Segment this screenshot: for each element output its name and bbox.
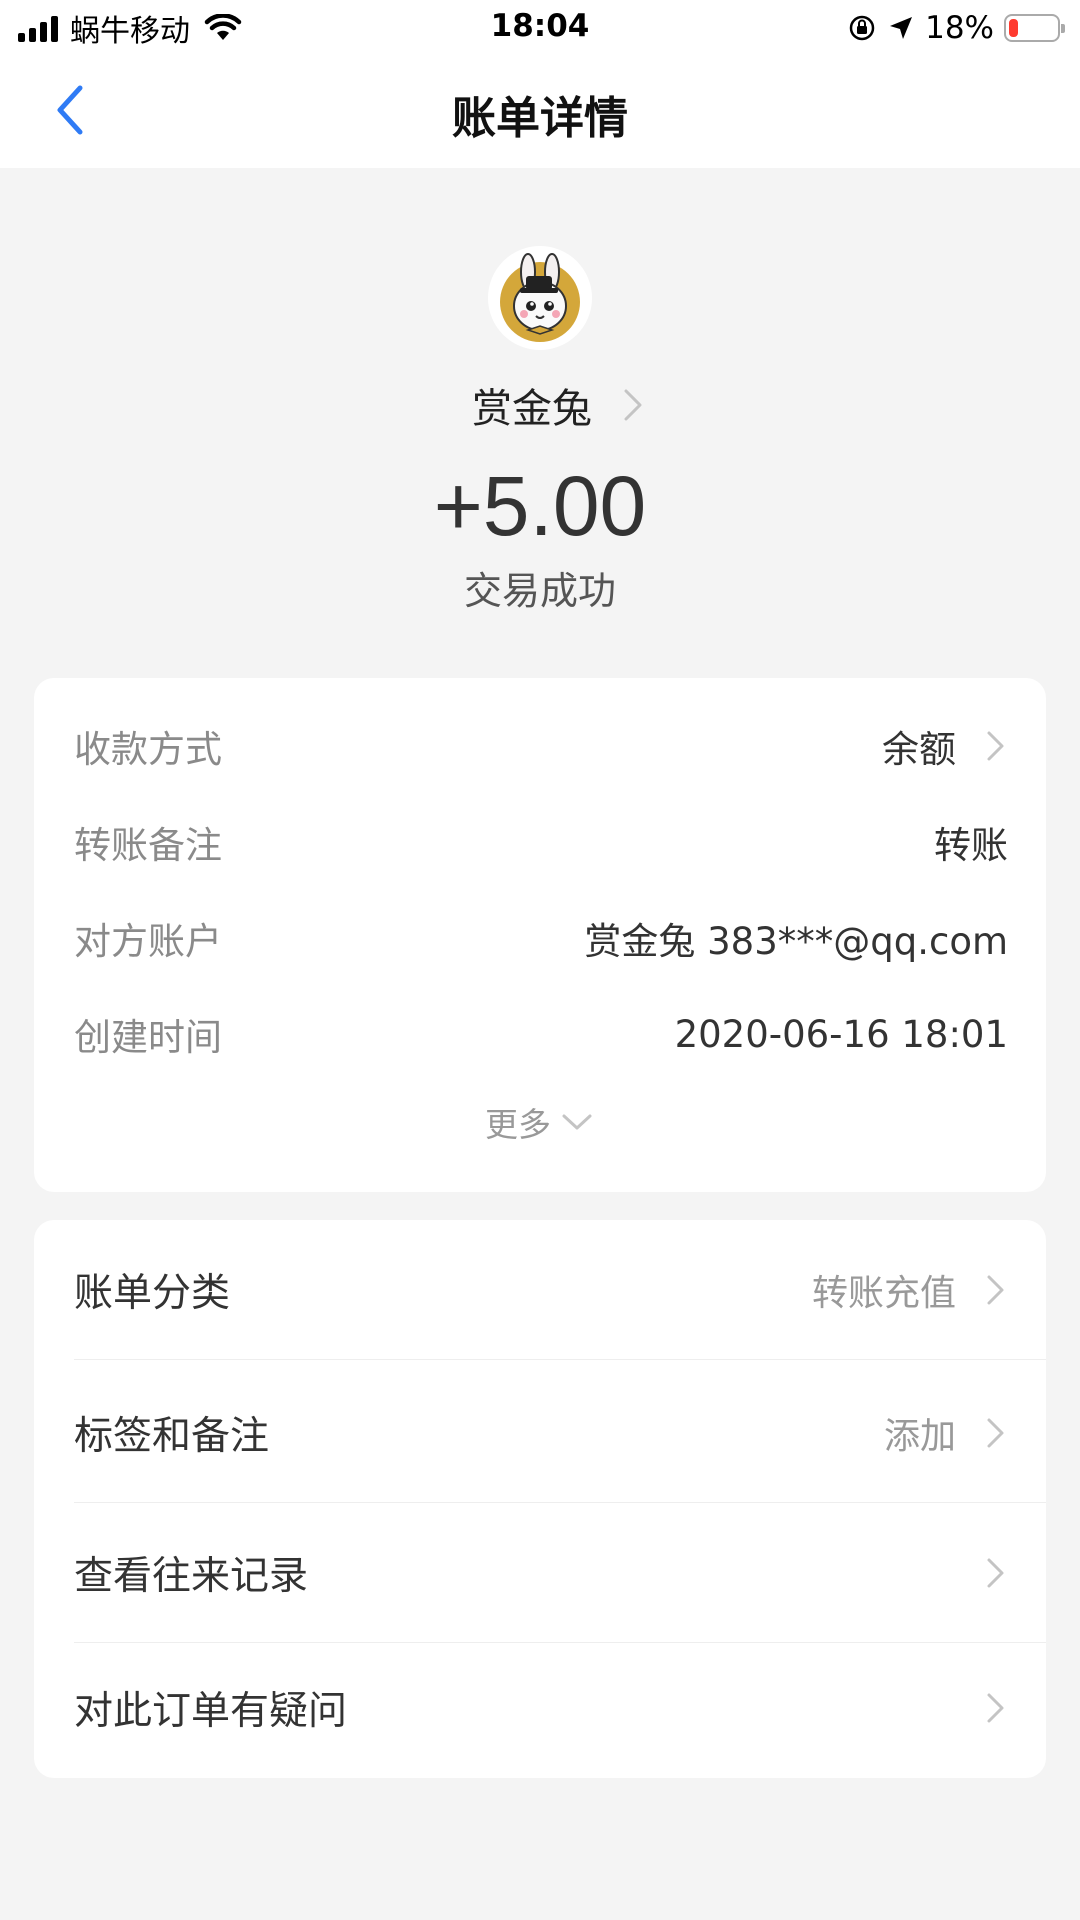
nav-bar: 账单详情 [0, 56, 1080, 168]
action-bill-category[interactable]: 账单分类 转账充值 [74, 1220, 1046, 1360]
detail-value: 2020-06-16 18:01 [674, 1012, 1008, 1056]
detail-label: 对方账户 [74, 920, 222, 963]
payee-link[interactable]: 赏金兔 [0, 376, 1080, 434]
page-title: 账单详情 [452, 93, 628, 144]
chevron-right-icon [987, 1275, 1004, 1304]
action-tags-notes[interactable]: 标签和备注 添加 [74, 1363, 1046, 1503]
chevron-right-icon [987, 1693, 1004, 1723]
detail-label: 收款方式 [74, 728, 222, 771]
detail-label: 转账备注 [74, 824, 222, 867]
status-right: 18% [847, 10, 1065, 46]
action-view-history[interactable]: 查看往来记录 [74, 1503, 1046, 1643]
details-card: 收款方式 余额 转账备注 转账 对方账户 赏金兔 383***@qq.com 创… [34, 678, 1046, 1192]
rabbit-icon [488, 246, 592, 350]
chevron-down-icon [562, 1114, 592, 1130]
orientation-lock-icon [849, 15, 875, 41]
transaction-amount: +5.00 [433, 459, 647, 553]
action-value [956, 1689, 1008, 1727]
action-value [956, 1554, 1008, 1592]
battery-percent: 18% [925, 10, 994, 46]
action-label: 查看往来记录 [74, 1553, 309, 1599]
detail-value: 赏金兔 383***@qq.com [584, 920, 1008, 963]
action-label: 对此订单有疑问 [74, 1689, 348, 1734]
chevron-right-icon [987, 1558, 1004, 1587]
detail-value-text: 余额 [882, 728, 956, 771]
action-label: 账单分类 [74, 1270, 231, 1316]
transaction-header: 赏金兔 +5.00 交易成功 [0, 168, 1080, 668]
action-value: 转账充值 [812, 1264, 1008, 1316]
action-value-text: 添加 [883, 1415, 956, 1457]
chevron-right-icon [624, 389, 642, 421]
chevron-right-icon [987, 731, 1004, 761]
detail-row-payment-method[interactable]: 收款方式 余额 [74, 716, 1008, 776]
detail-value: 余额 [882, 719, 1008, 773]
actions-card: 账单分类 转账充值 标签和备注 添加 查看往来记录 对此订单有疑问 [34, 1220, 1046, 1778]
action-value: 添加 [884, 1407, 1008, 1459]
transaction-status: 交易成功 [463, 569, 616, 613]
detail-row-counterparty: 对方账户 赏金兔 383***@qq.com [74, 908, 1008, 968]
detail-row-created-time: 创建时间 2020-06-16 18:01 [74, 1004, 1008, 1064]
rabbit-avatar[interactable] [488, 246, 592, 350]
action-label: 标签和备注 [74, 1413, 270, 1459]
action-value-text: 转账充值 [811, 1272, 956, 1314]
more-label: 更多 [485, 1105, 551, 1144]
detail-label: 创建时间 [74, 1016, 222, 1059]
action-order-question[interactable]: 对此订单有疑问 [74, 1638, 1046, 1778]
payee-name: 赏金兔 [472, 386, 592, 432]
battery-level [1009, 19, 1018, 37]
detail-value: 转账 [934, 824, 1008, 867]
battery-icon [1004, 14, 1065, 42]
location-arrow-icon [890, 17, 913, 39]
detail-row-transfer-note: 转账备注 转账 [74, 812, 1008, 872]
chevron-right-icon [987, 1418, 1004, 1447]
status-bar: 蜗牛移动 18:04 18% [0, 0, 1080, 56]
more-toggle[interactable]: 更多 [34, 1098, 1046, 1146]
